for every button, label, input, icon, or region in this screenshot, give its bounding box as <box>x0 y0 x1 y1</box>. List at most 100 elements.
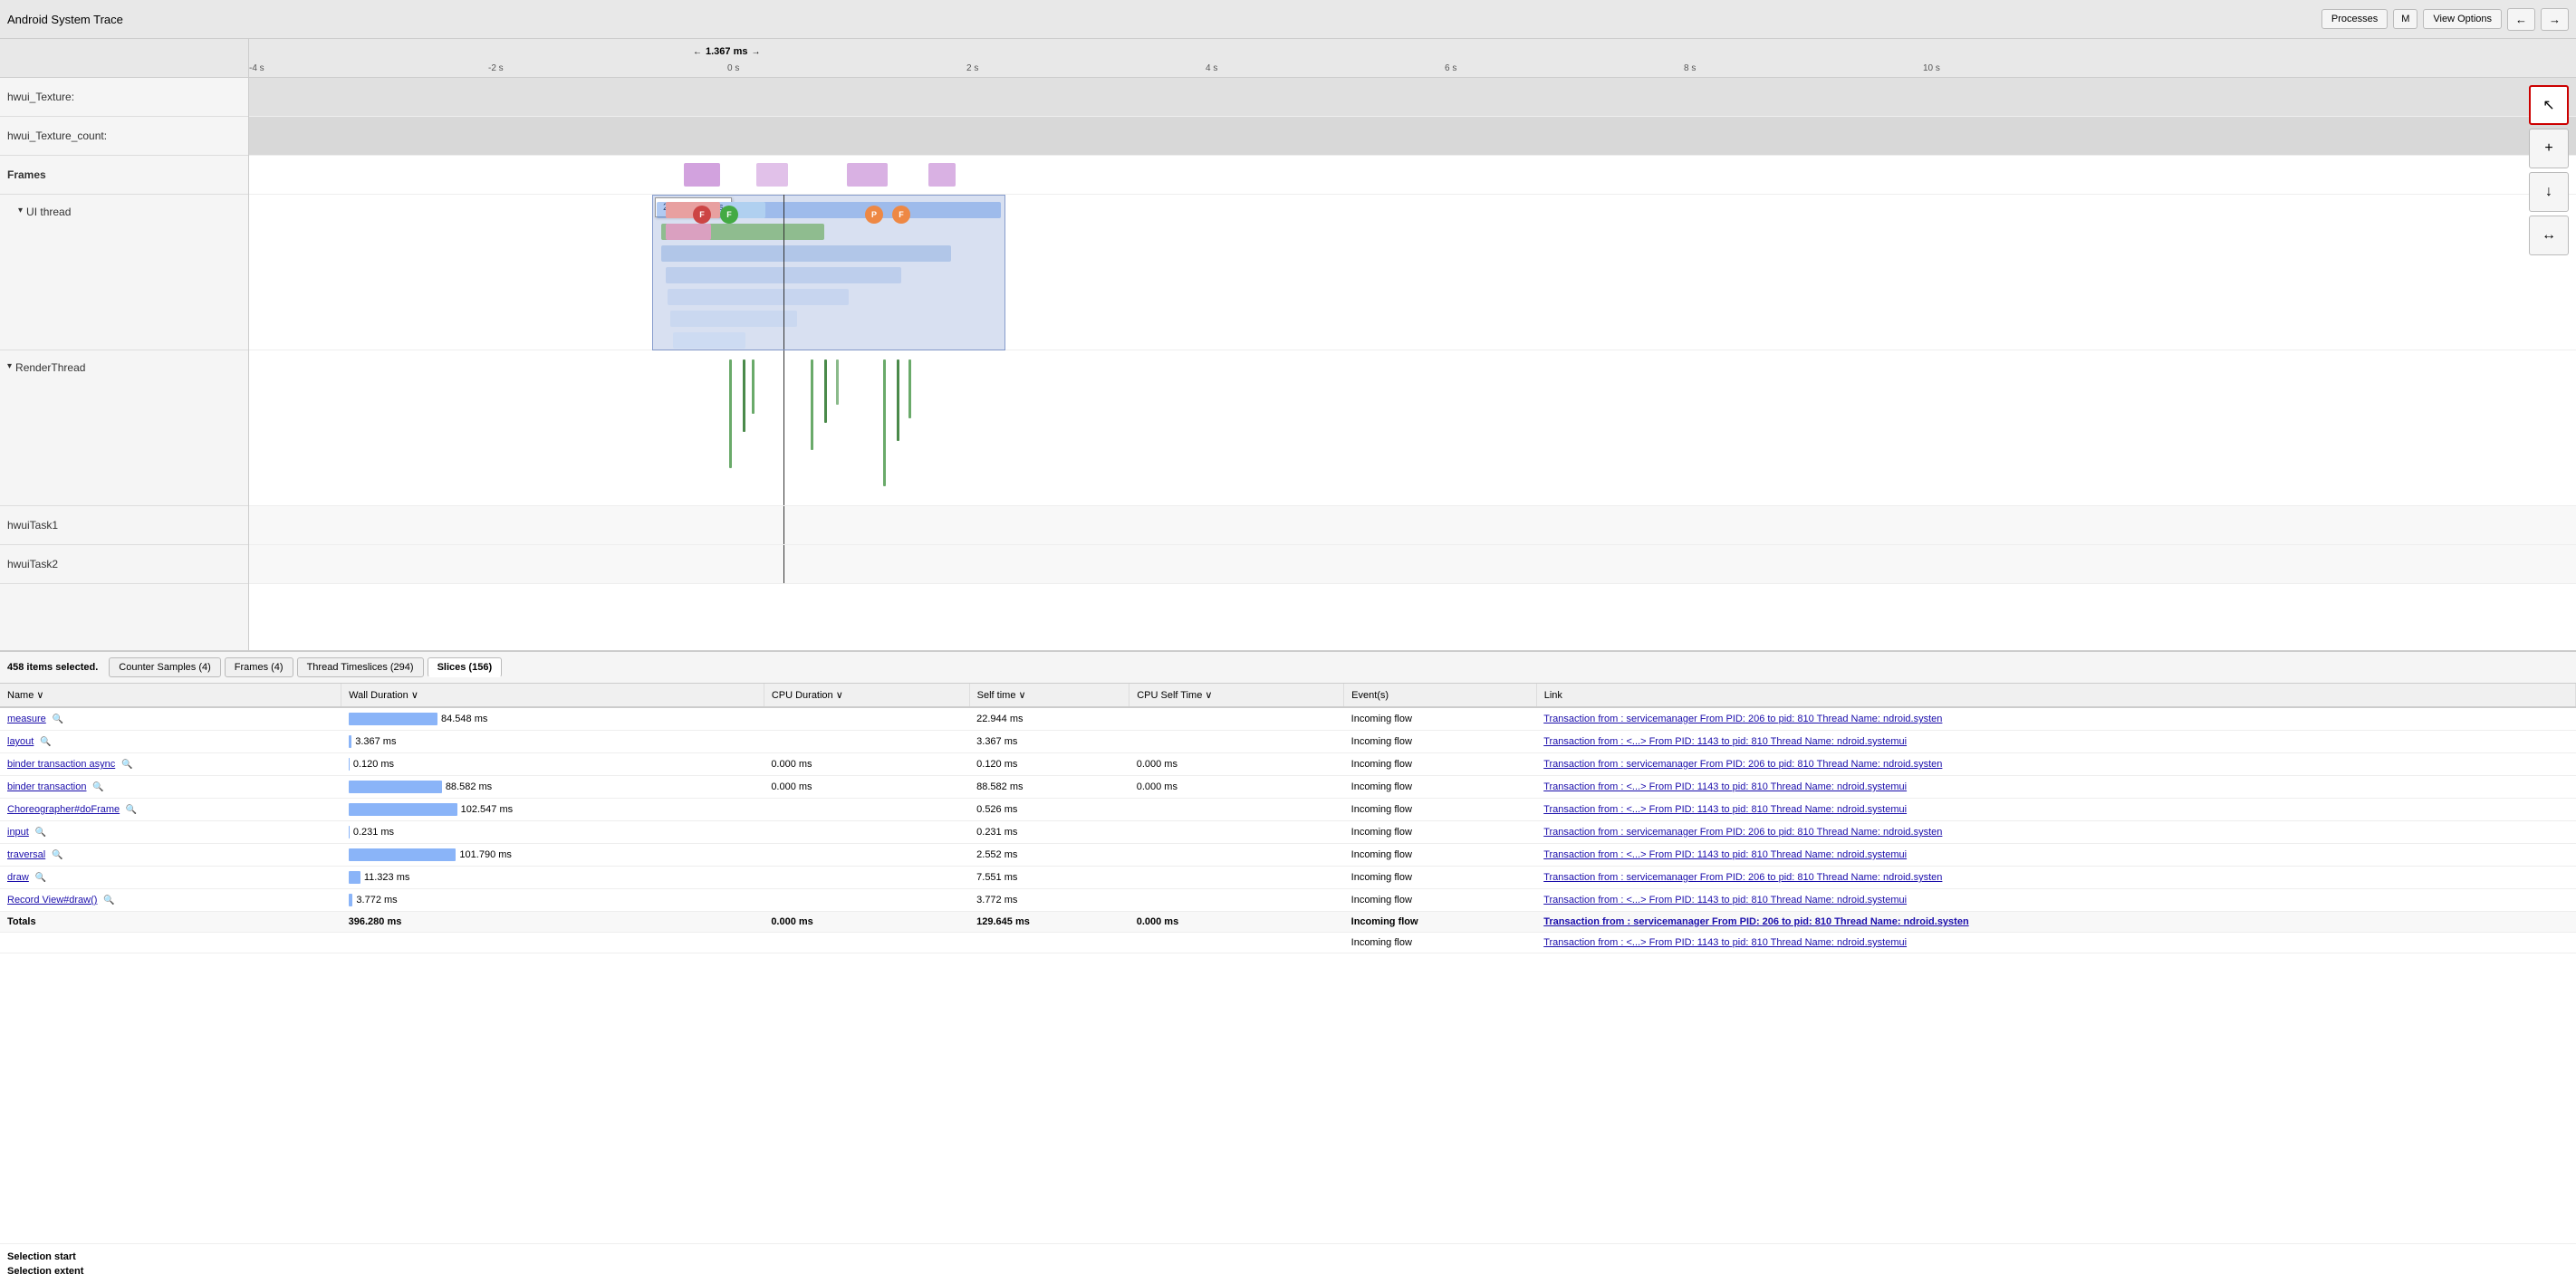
search-icon[interactable]: 🔍 <box>37 737 51 747</box>
view-options-button[interactable]: View Options <box>2423 9 2502 29</box>
duration-bar <box>349 803 457 816</box>
cell-name: layout 🔍 <box>0 731 341 753</box>
duration-bar <box>349 894 353 906</box>
transaction-link[interactable]: Transaction from : <...> From PID: 1143 … <box>1543 736 1907 747</box>
tab-slices[interactable]: Slices (156) <box>428 657 503 677</box>
tabs-row: 458 items selected. Counter Samples (4) … <box>0 652 2576 684</box>
m-button[interactable]: M <box>2393 9 2417 29</box>
cell-link: Transaction from : <...> From PID: 1143 … <box>1536 799 2575 821</box>
cell-cpu-self-time: 0.000 ms <box>1129 912 1344 933</box>
search-icon[interactable]: 🔍 <box>33 828 46 838</box>
render-bar-4 <box>811 359 813 450</box>
render-bar-8 <box>897 359 899 441</box>
track-hwui-texture-count <box>249 117 2576 156</box>
cell-cpu-duration <box>764 731 969 753</box>
search-icon[interactable]: 🔍 <box>101 896 114 906</box>
data-table[interactable]: Name ∨ Wall Duration ∨ CPU Duration ∨ Se… <box>0 684 2576 1243</box>
cell-self-time: 7.551 ms <box>969 867 1129 889</box>
col-self-time[interactable]: Self time ∨ <box>969 684 1129 707</box>
tab-counter-samples[interactable]: Counter Samples (4) <box>109 657 221 677</box>
col-events: Event(s) <box>1344 684 1537 707</box>
search-icon[interactable]: 🔍 <box>50 714 63 724</box>
name-link[interactable]: draw <box>7 872 29 883</box>
cell-cpu-self-time <box>1129 889 1344 912</box>
tab-frames[interactable]: Frames (4) <box>225 657 293 677</box>
items-selected-label: 458 items selected. <box>7 662 98 673</box>
search-icon[interactable]: 🔍 <box>119 760 132 770</box>
table-row: binder transaction 🔍88.582 ms0.000 ms88.… <box>0 776 2576 799</box>
cell-cpu-duration: 0.000 ms <box>764 753 969 776</box>
duration-bar <box>349 826 350 838</box>
name-link[interactable]: Record View#draw() <box>7 895 97 906</box>
duration-bar <box>349 848 457 861</box>
search-icon[interactable]: 🔍 <box>123 805 137 815</box>
transaction-link[interactable]: Transaction from : <...> From PID: 1143 … <box>1543 781 1907 792</box>
topbar: Android System Trace Processes M View Op… <box>0 0 2576 39</box>
fit-button[interactable]: ↔ <box>2529 216 2569 255</box>
transaction-link[interactable]: Transaction from : servicemanager From P… <box>1543 759 1942 770</box>
cursor-tool-button[interactable]: ↖ <box>2529 85 2569 125</box>
name-link[interactable]: input <box>7 827 29 838</box>
frame-dot-f1: F <box>693 206 711 224</box>
ui-thread-bars-row1 <box>657 202 2576 218</box>
cell-link: Transaction from : servicemanager From P… <box>1536 912 2575 933</box>
cell-event: Incoming flow <box>1344 731 1537 753</box>
cell-self-time: 88.582 ms <box>969 776 1129 799</box>
cell-self-time: 0.120 ms <box>969 753 1129 776</box>
table-row: measure 🔍84.548 ms22.944 msIncoming flow… <box>0 707 2576 731</box>
cell-event: Incoming flow <box>1344 753 1537 776</box>
name-link[interactable]: measure <box>7 714 46 724</box>
tick-10: 10 s <box>1923 39 1940 77</box>
frame-bar-1 <box>684 163 720 187</box>
transaction-link[interactable]: Transaction from : servicemanager From P… <box>1543 714 1942 724</box>
cell-cpu-duration <box>764 707 969 731</box>
duration-bar <box>349 871 360 884</box>
name-link[interactable]: binder transaction <box>7 781 86 792</box>
tick-0: 0 s <box>727 39 739 77</box>
name-link[interactable]: traversal <box>7 849 45 860</box>
name-link[interactable]: Choreographer#doFrame <box>7 804 120 815</box>
cell-wall-duration: 3.367 ms <box>341 731 764 753</box>
transaction-link[interactable]: Transaction from : <...> From PID: 1143 … <box>1543 849 1907 860</box>
cell-wall-duration <box>341 933 764 953</box>
transaction-link[interactable]: Transaction from : <...> From PID: 1143 … <box>1543 804 1907 815</box>
cell-event: Incoming flow <box>1344 799 1537 821</box>
transaction-link[interactable]: Transaction from : servicemanager From P… <box>1543 916 1968 927</box>
zoom-in-button[interactable]: + <box>2529 129 2569 168</box>
col-wall-duration[interactable]: Wall Duration ∨ <box>341 684 764 707</box>
render-bar-6 <box>836 359 839 405</box>
transaction-link[interactable]: Transaction from : servicemanager From P… <box>1543 872 1942 883</box>
track-ui-thread: 2,849.274 ms F F P F <box>249 195 2576 350</box>
transaction-link[interactable]: Transaction from : <...> From PID: 1143 … <box>1543 895 1907 906</box>
track-labels-panel: hwui_Texture: hwui_Texture_count: Frames… <box>0 39 249 650</box>
timeline-ruler: -4 s -2 s 0 s 2 s 4 s 6 s 8 s 10 s ← 1.3… <box>249 39 2576 78</box>
search-icon[interactable]: 🔍 <box>33 873 46 883</box>
tab-thread-timeslices[interactable]: Thread Timeslices (294) <box>297 657 424 677</box>
search-icon[interactable]: 🔍 <box>90 782 103 792</box>
table-row: Record View#draw() 🔍3.772 ms3.772 msInco… <box>0 889 2576 912</box>
zoom-out-button[interactable]: ↓ <box>2529 172 2569 212</box>
tick-2: 2 s <box>966 39 978 77</box>
tick-minus4: -4 s <box>249 39 264 77</box>
col-cpu-duration[interactable]: CPU Duration ∨ <box>764 684 969 707</box>
timeline-tracks[interactable]: 2,849.274 ms F F P F <box>249 78 2576 650</box>
forward-button[interactable]: → <box>2541 8 2569 31</box>
cell-link: Transaction from : servicemanager From P… <box>1536 867 2575 889</box>
track-label-hwui-texture-count: hwui_Texture_count: <box>0 117 248 156</box>
col-name[interactable]: Name ∨ <box>0 684 341 707</box>
search-icon[interactable]: 🔍 <box>49 850 62 860</box>
render-bar-3 <box>752 359 755 414</box>
cell-event: Incoming flow <box>1344 933 1537 953</box>
transaction-link[interactable]: Transaction from : <...> From PID: 1143 … <box>1543 937 1907 948</box>
cell-link: Transaction from : servicemanager From P… <box>1536 821 2575 844</box>
back-button[interactable]: ← <box>2507 8 2535 31</box>
transaction-link[interactable]: Transaction from : servicemanager From P… <box>1543 827 1942 838</box>
track-label-render-thread: ▾ RenderThread <box>0 350 248 506</box>
name-link[interactable]: layout <box>7 736 34 747</box>
name-link[interactable]: binder transaction async <box>7 759 115 770</box>
cell-link: Transaction from : <...> From PID: 1143 … <box>1536 731 2575 753</box>
col-cpu-self-time[interactable]: CPU Self Time ∨ <box>1129 684 1344 707</box>
cell-event: Incoming flow <box>1344 889 1537 912</box>
processes-button[interactable]: Processes <box>2321 9 2388 29</box>
cell-link: Transaction from : <...> From PID: 1143 … <box>1536 844 2575 867</box>
